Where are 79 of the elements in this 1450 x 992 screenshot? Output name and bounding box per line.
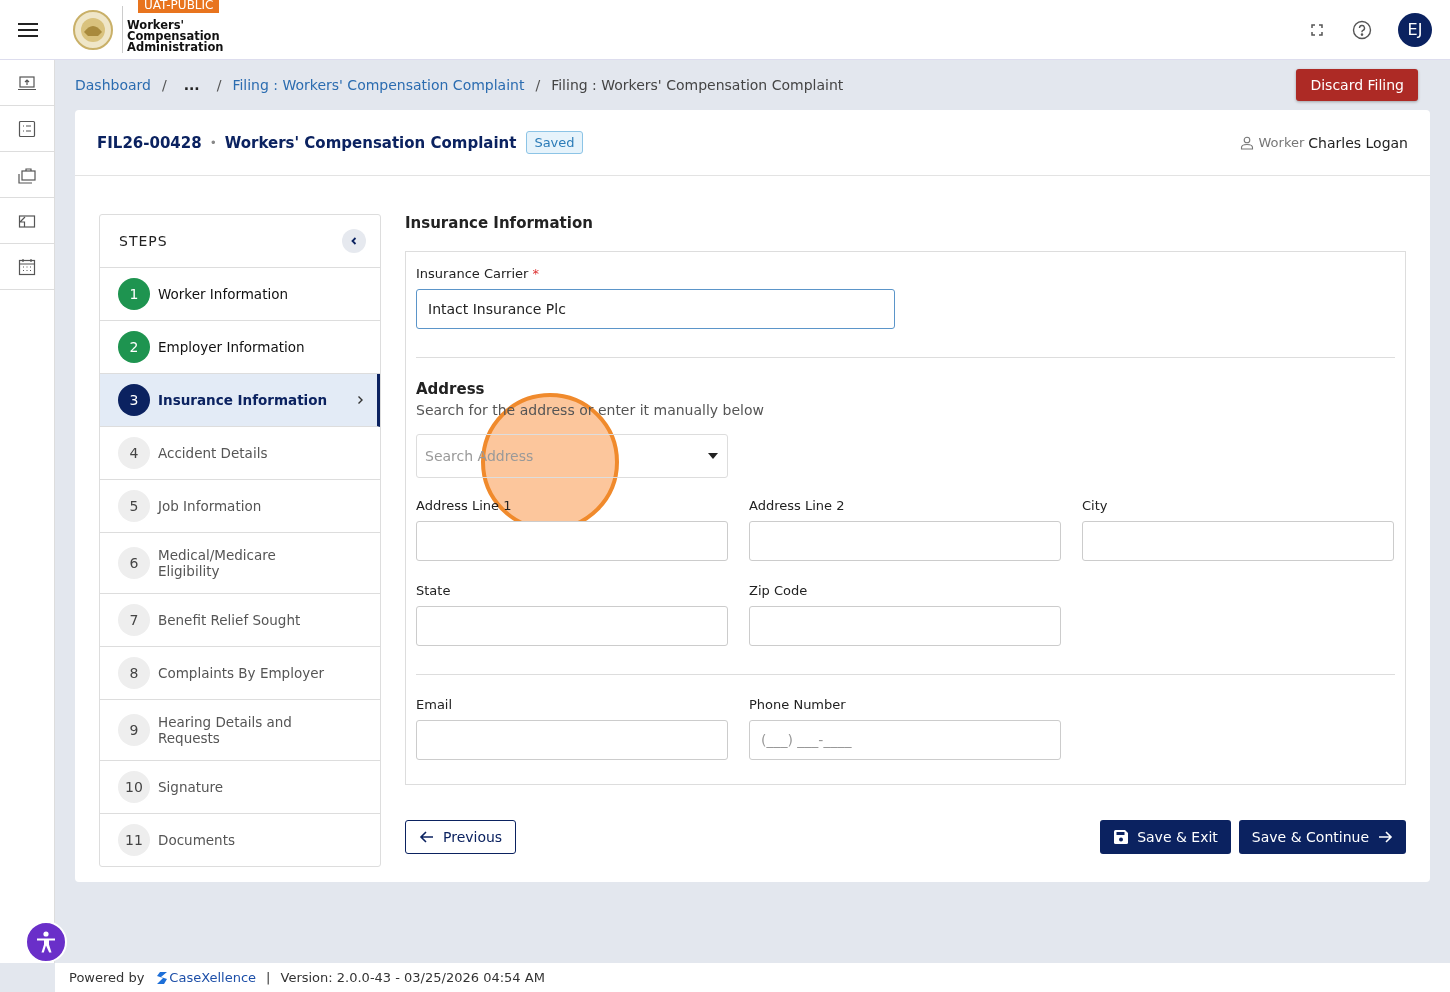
input-field[interactable]: (___) ___-____ [749,720,1061,760]
powered-by-text: Powered by [69,970,145,985]
separator-dot: • [209,135,217,150]
input-field[interactable] [1082,521,1394,561]
step-number: 9 [118,714,150,746]
field-label: Email [416,697,454,712]
step-item[interactable]: 5 Job Information [100,480,380,533]
step-number: 1 [118,278,150,310]
input-field[interactable] [416,606,728,646]
menu-icon[interactable] [18,21,38,38]
field-label: State [416,583,452,598]
breadcrumb-separator: / [161,77,167,93]
insurance-carrier-field[interactable]: Intact Insurance Plc [416,289,895,329]
checklist-icon[interactable] [17,118,37,139]
step-item[interactable]: 3 Insurance Information [100,374,380,427]
input-field[interactable] [416,720,728,760]
seal-icon [70,9,116,50]
user-avatar[interactable]: EJ [1398,12,1432,47]
save-continue-button[interactable]: Save & Continue [1238,820,1406,854]
step-item[interactable]: 1 Worker Information [100,268,380,321]
chevron-right-icon [355,395,365,405]
filing-title: Workers' Compensation Complaint [224,133,517,152]
breadcrumb-link[interactable]: Dashboard [75,77,151,93]
status-badge: Saved [526,131,583,154]
field-label: Zip Code [749,583,809,598]
previous-button[interactable]: Previous [405,820,517,854]
field-label: City [1082,498,1109,513]
address-title: Address [416,380,486,398]
input-field[interactable] [416,521,728,561]
footer-separator: | [266,970,271,985]
breadcrumb-separator: / [216,77,222,93]
collapse-button[interactable] [342,229,366,253]
chevron-left-icon [349,236,359,246]
input-field[interactable] [749,606,1061,646]
arrow-left-icon [419,829,435,845]
breadcrumb-ellipsis[interactable]: ... [177,77,206,93]
calendar-icon[interactable] [17,256,37,277]
step-item[interactable]: 9 Hearing Details and Requests [100,700,380,761]
required-mark: * [532,266,539,281]
environment-badge: UAT-PUBLIC [138,0,220,13]
worker-label: Worker [1258,135,1305,150]
step-item[interactable]: 11 Documents [100,814,380,866]
section-title: Insurance Information [405,214,594,232]
caret-icon [707,452,719,460]
step-item[interactable]: 10 Signature [100,761,380,814]
step-item[interactable]: 6 Medical/Medicare Eligibility [100,533,380,594]
field-label: Address Line 1 [416,498,513,513]
breadcrumb-separator: / [535,77,541,93]
help-icon[interactable] [1352,19,1372,40]
step-number: 3 [118,384,150,416]
version-text: Version: 2.0.0-43 - 03/25/2026 04:54 AM [280,970,545,985]
step-number: 7 [118,604,150,636]
step-item[interactable]: 8 Complaints By Employer [100,647,380,700]
worker-name: Charles Logan [1308,134,1408,151]
step-item[interactable]: 4 Accident Details [100,427,380,480]
step-number: 10 [118,771,150,803]
step-number: 11 [118,824,150,856]
person-icon [1240,135,1255,150]
field-label: Phone Number [749,697,847,712]
logo-text: Compensation [127,31,220,42]
brand-logo: CaseXellence [156,970,257,985]
step-number: 4 [118,437,150,469]
field-label: Insurance Carrier [416,266,529,281]
step-item[interactable]: 7 Benefit Relief Sought [100,594,380,647]
step-number: 5 [118,490,150,522]
step-number: 2 [118,331,150,363]
step-number: 8 [118,657,150,689]
discard-filing-button[interactable]: Discard Filing [1296,69,1418,101]
logo-text: Administration [127,42,224,53]
step-number: 6 [118,547,150,579]
arrow-right-icon [1377,829,1393,845]
steps-title: STEPS [119,233,168,249]
filing-id: FIL26-00428 [97,133,202,152]
field-label: Address Line 2 [749,498,846,513]
logo-text: Workers' [127,20,185,31]
breadcrumb-item: Filing : Workers' Compensation Complaint [551,77,844,93]
input-field[interactable] [749,521,1061,561]
breadcrumb-link[interactable]: Filing : Workers' Compensation Complaint [232,77,525,93]
save-exit-button[interactable]: Save & Exit [1100,820,1231,854]
